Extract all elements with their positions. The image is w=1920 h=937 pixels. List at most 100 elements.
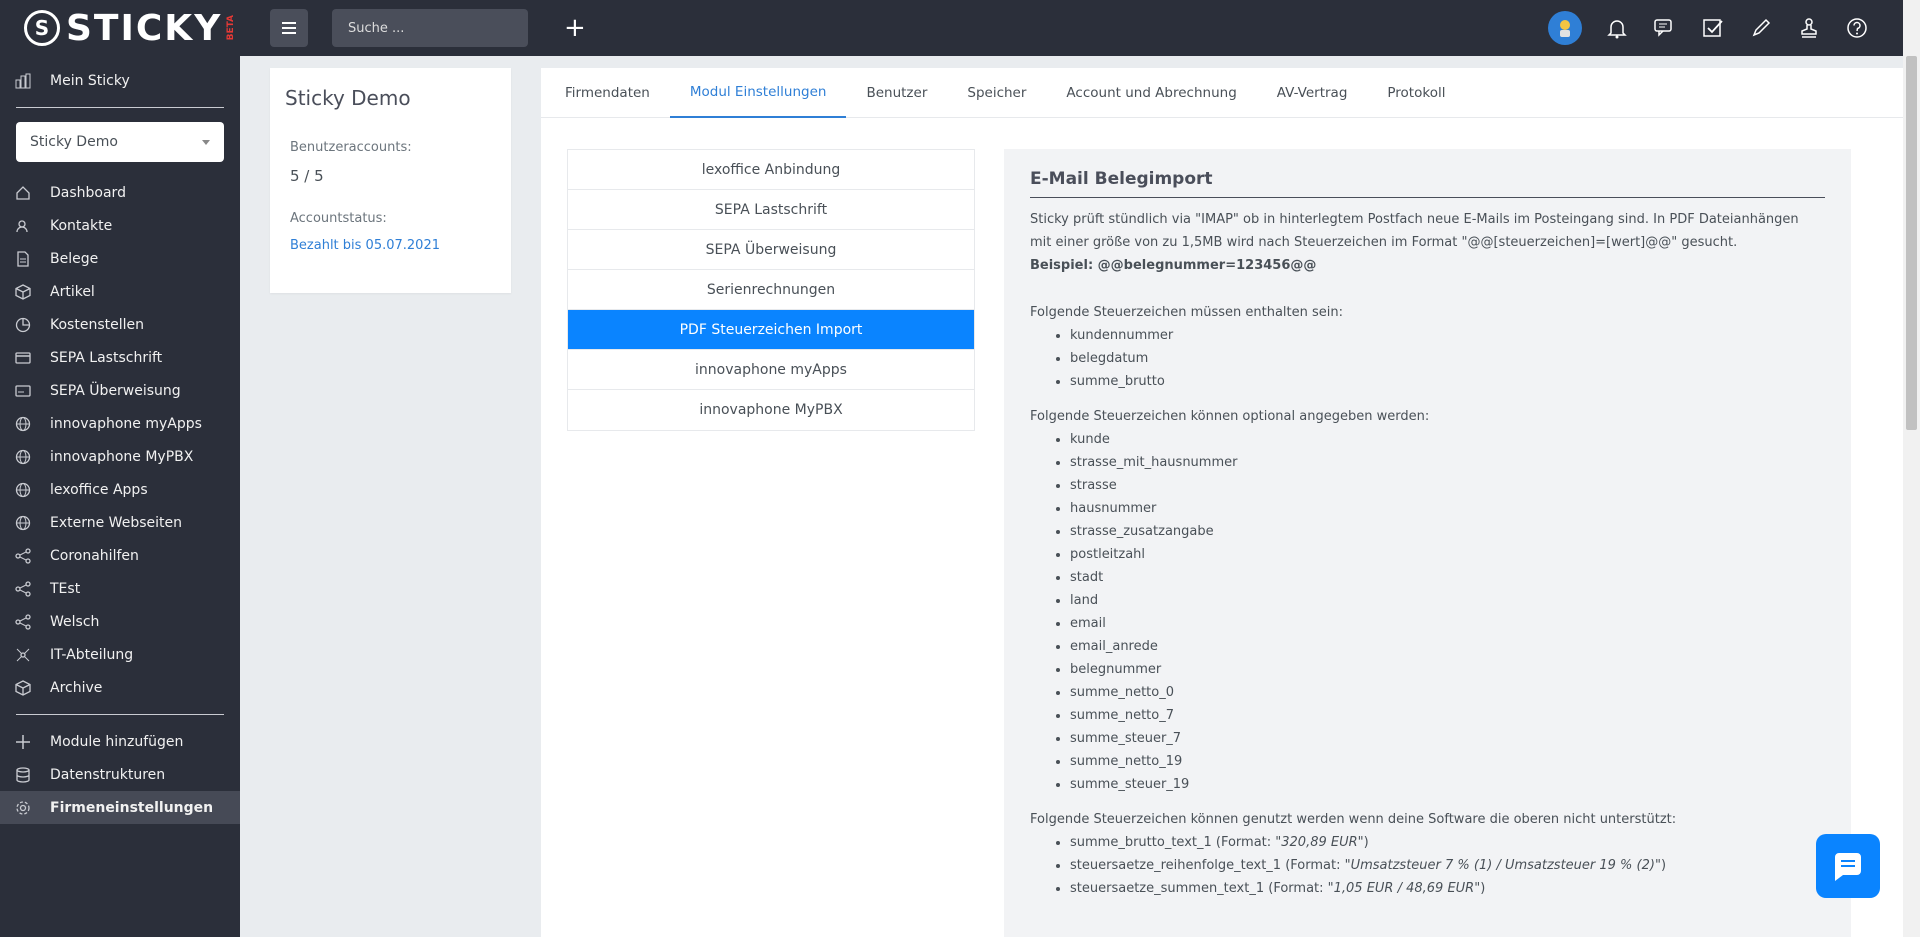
sidebar-item-label: Mein Sticky	[50, 72, 130, 89]
checkbox-icon[interactable]	[1700, 15, 1726, 41]
module-item-pdf-steuerzeichen-import[interactable]: PDF Steuerzeichen Import	[568, 310, 974, 350]
contacts-icon	[14, 217, 32, 235]
sidebar-item-kontakte[interactable]: Kontakte	[0, 209, 240, 242]
list-item: steuersaetze_reihenfolge_text_1 (Format:…	[1070, 854, 1825, 877]
tab-benutzer[interactable]: Benutzer	[846, 68, 947, 118]
chat-bubble-icon	[1835, 853, 1861, 881]
settings-card: Firmendaten Modul Einstellungen Benutzer Sp…	[541, 68, 1912, 937]
search-input[interactable]	[332, 9, 528, 47]
fallback-end: ")	[1654, 858, 1667, 873]
fallback-name: steuersaetze_summen_text_1 (Format: "	[1070, 881, 1334, 896]
list-item: hausnummer	[1070, 497, 1825, 520]
account-title: Sticky Demo	[285, 86, 411, 110]
sidebar-item-externe-webseiten[interactable]: Externe Webseiten	[0, 506, 240, 539]
module-item-lexoffice-anbindung[interactable]: lexoffice Anbindung	[568, 150, 974, 190]
add-button[interactable]: +	[564, 15, 586, 41]
optional-title: Folgende Steuerzeichen können optional a…	[1030, 409, 1430, 424]
fallback-name: summe_brutto_text_1 (Format: "	[1070, 835, 1282, 850]
document-icon	[14, 250, 32, 268]
list-item: email	[1070, 612, 1825, 635]
list-item: summe_steuer_19	[1070, 773, 1825, 796]
sidebar-item-label: lexoffice Apps	[50, 481, 148, 498]
scrollbar-thumb[interactable]	[1906, 56, 1917, 430]
users-value: 5 / 5	[290, 167, 324, 185]
tab-firmendaten[interactable]: Firmendaten	[545, 68, 670, 118]
share-icon	[14, 580, 32, 598]
tab-modul-einstellungen[interactable]: Modul Einstellungen	[669, 68, 847, 118]
required-list: kundennummerbelegdatumsumme_brutto	[1070, 324, 1825, 393]
tab-account-und-abrechnung[interactable]: Account und Abrechnung	[1046, 68, 1256, 118]
list-item: steuersaetze_summen_text_1 (Format: "1,0…	[1070, 877, 1825, 900]
gear-icon	[14, 799, 32, 817]
sidebar-divider	[16, 714, 224, 715]
list-item: summe_brutto	[1070, 370, 1825, 393]
list-item: summe_steuer_7	[1070, 727, 1825, 750]
page-scrollbar[interactable]	[1903, 0, 1920, 937]
status-link[interactable]: Bezahlt bis 05.07.2021	[270, 238, 511, 253]
help-icon[interactable]	[1844, 15, 1870, 41]
sidebar-item-label: Kostenstellen	[50, 316, 144, 333]
module-item-innovaphone-myapps[interactable]: innovaphone myApps	[568, 350, 974, 390]
module-item-sepa-lastschrift[interactable]: SEPA Lastschrift	[568, 190, 974, 230]
pencil-icon[interactable]	[1748, 15, 1774, 41]
module-item-innovaphone-mypbx[interactable]: innovaphone MyPBX	[568, 390, 974, 430]
fallback-format: Umsatzsteuer 7 % (1) / Umsatzsteuer 19 %…	[1350, 858, 1655, 873]
menu-toggle-button[interactable]	[270, 9, 308, 47]
sidebar-item-sepa-überweisung[interactable]: SEPA Überweisung	[0, 374, 240, 407]
list-item: land	[1070, 589, 1825, 612]
list-item: summe_netto_7	[1070, 704, 1825, 727]
sidebar-item-belege[interactable]: Belege	[0, 242, 240, 275]
sidebar-item-innovaphone-myapps[interactable]: innovaphone myApps	[0, 407, 240, 440]
sidebar-item-sepa-lastschrift[interactable]: SEPA Lastschrift	[0, 341, 240, 374]
sidebar-item-test[interactable]: TEst	[0, 572, 240, 605]
list-item: belegdatum	[1070, 347, 1825, 370]
sidebar-item-module-hinzufügen[interactable]: Module hinzufügen	[0, 725, 240, 758]
chat-widget-button[interactable]	[1816, 834, 1880, 898]
sidebar-item-it-abteilung[interactable]: IT-Abteilung	[0, 638, 240, 671]
sidebar-item-kostenstellen[interactable]: Kostenstellen	[0, 308, 240, 341]
company-select[interactable]: Sticky Demo	[16, 122, 224, 162]
list-item: email_anrede	[1070, 635, 1825, 658]
fallback-name: steuersaetze_reihenfolge_text_1 (Format:…	[1070, 858, 1351, 873]
module-item-serienrechnungen[interactable]: Serienrechnungen	[568, 270, 974, 310]
sidebar-item-datenstrukturen[interactable]: Datenstrukturen	[0, 758, 240, 791]
logo[interactable]: S STICKY BETA	[0, 0, 240, 56]
sidebar-item-artikel[interactable]: Artikel	[0, 275, 240, 308]
sidebar: S STICKY BETA Mein Sticky Sticky Demo Da…	[0, 0, 240, 937]
sidebar-item-mein-sticky[interactable]: Mein Sticky	[0, 64, 240, 97]
sidebar-item-dashboard[interactable]: Dashboard	[0, 176, 240, 209]
sidebar-item-label: TEst	[50, 580, 81, 597]
chat-icon[interactable]	[1652, 15, 1678, 41]
fallback-format: 1,05 EUR / 48,69 EUR	[1333, 881, 1475, 896]
sidebar-item-firmeneinstellungen[interactable]: Firmeneinstellungen	[0, 791, 240, 824]
bell-icon[interactable]	[1604, 15, 1630, 41]
list-item: summe_netto_0	[1070, 681, 1825, 704]
list-item: kunde	[1070, 428, 1825, 451]
tab-speicher[interactable]: Speicher	[947, 68, 1046, 118]
logo-text: STICKY	[66, 7, 223, 49]
list-item: kundennummer	[1070, 324, 1825, 347]
sidebar-item-label: SEPA Überweisung	[50, 382, 181, 399]
list-item: postleitzahl	[1070, 543, 1825, 566]
sidebar-item-lexoffice-apps[interactable]: lexoffice Apps	[0, 473, 240, 506]
tab-protokoll[interactable]: Protokoll	[1367, 68, 1465, 118]
database-icon	[14, 766, 32, 784]
sidebar-item-label: Firmeneinstellungen	[50, 799, 214, 816]
users-label: Benutzeraccounts:	[290, 140, 412, 155]
sidebar-item-archive[interactable]: Archive	[0, 671, 240, 704]
sidebar-item-coronahilfen[interactable]: Coronahilfen	[0, 539, 240, 572]
detail-example: Beispiel: @@belegnummer=123456@@	[1030, 258, 1317, 273]
sidebar-item-label: Kontakte	[50, 217, 113, 234]
company-select-value: Sticky Demo	[30, 134, 118, 150]
sidebar-item-label: IT-Abteilung	[50, 646, 134, 663]
module-item-sepa-überweisung[interactable]: SEPA Überweisung	[568, 230, 974, 270]
stamp-icon[interactable]	[1796, 15, 1822, 41]
sidebar-item-welsch[interactable]: Welsch	[0, 605, 240, 638]
globe-icon	[14, 481, 32, 499]
tab-av-vertrag[interactable]: AV-Vertrag	[1257, 68, 1368, 118]
detail-intro-line-2: mit einer größe von zu 1,5MB wird nach S…	[1030, 235, 1738, 250]
sidebar-item-innovaphone-mypbx[interactable]: innovaphone MyPBX	[0, 440, 240, 473]
top-icons	[1548, 0, 1870, 56]
avatar[interactable]	[1548, 11, 1582, 45]
module-detail: E-Mail Belegimport Sticky prüft stündlic…	[1004, 149, 1851, 937]
